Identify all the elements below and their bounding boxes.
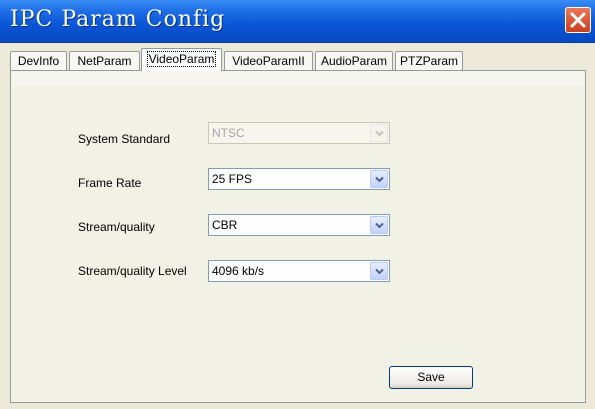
ipc-param-config-window: IPC Param Config DevInfo NetParam VideoP… — [0, 0, 595, 409]
tab-videoparamii[interactable]: VideoParamII — [224, 51, 313, 70]
stream-quality-level-dropdown-button[interactable] — [370, 262, 388, 280]
stream-quality-level-select[interactable]: 4096 kb/s — [208, 260, 390, 282]
frame-rate-value: 25 FPS — [212, 172, 253, 186]
stream-quality-select[interactable]: CBR — [208, 214, 390, 236]
tab-devinfo[interactable]: DevInfo — [10, 51, 67, 70]
tab-netparam[interactable]: NetParam — [69, 51, 140, 70]
system-standard-value: NTSC — [212, 126, 245, 140]
system-standard-select: NTSC — [208, 122, 390, 144]
title-bar[interactable]: IPC Param Config — [0, 0, 595, 43]
frame-rate-label: Frame Rate — [78, 176, 142, 190]
frame-rate-select[interactable]: 25 FPS — [208, 168, 390, 190]
chevron-down-icon — [375, 268, 384, 275]
tab-audioparam[interactable]: AudioParam — [315, 51, 393, 70]
close-icon — [570, 12, 586, 28]
tab-videoparam[interactable]: VideoParam — [141, 48, 222, 71]
window-title: IPC Param Config — [10, 7, 226, 32]
stream-quality-level-value: 4096 kb/s — [212, 264, 265, 278]
tab-ptzparam[interactable]: PTZParam — [395, 51, 463, 70]
stream-quality-value: CBR — [212, 218, 238, 232]
stream-quality-label: Stream/quality — [78, 220, 155, 234]
stream-quality-level-label: Stream/quality Level — [78, 264, 187, 278]
system-standard-label: System Standard — [78, 132, 171, 146]
system-standard-dropdown-button — [370, 124, 388, 142]
close-button[interactable] — [565, 7, 591, 33]
chevron-down-icon — [375, 176, 384, 183]
frame-rate-dropdown-button[interactable] — [370, 170, 388, 188]
chevron-down-icon — [375, 130, 384, 137]
stream-quality-dropdown-button[interactable] — [370, 216, 388, 234]
chevron-down-icon — [375, 222, 384, 229]
video-param-panel — [10, 70, 586, 403]
save-button[interactable]: Save — [389, 366, 473, 389]
